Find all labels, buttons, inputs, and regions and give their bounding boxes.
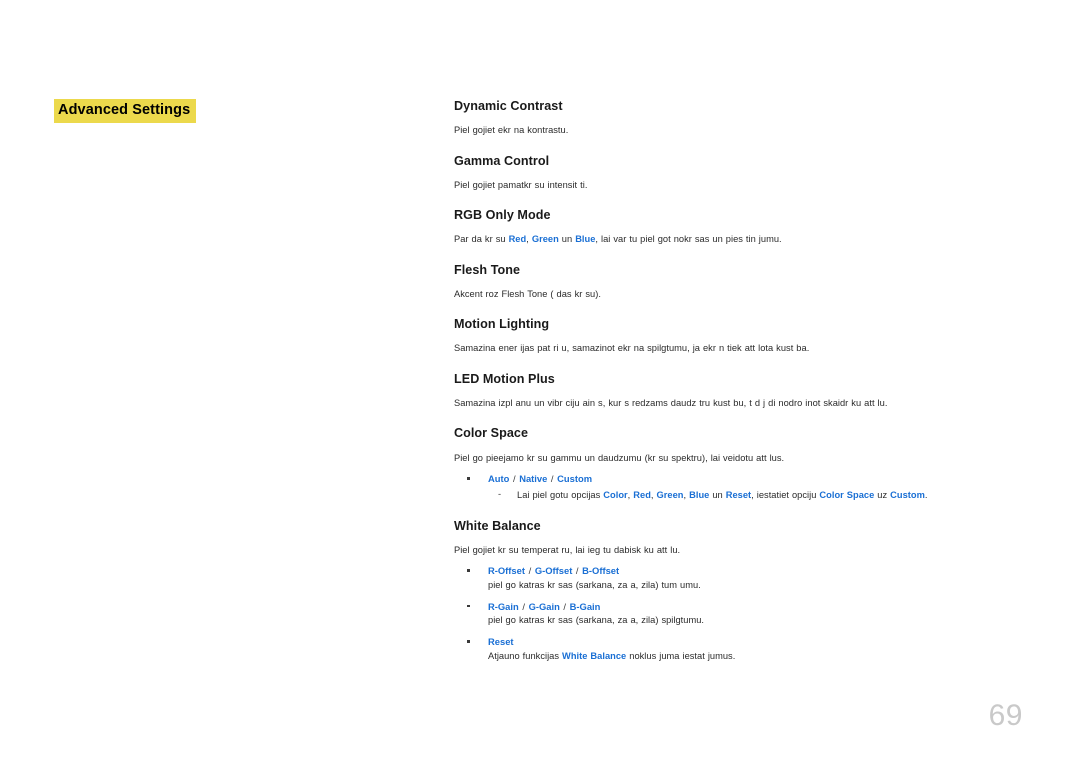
option-description: piel go katras kr sas (sarkana, za a, zi… [488, 579, 1014, 593]
ui-term: Green [531, 234, 559, 245]
setting-description: Piel go pieejamo kr su gammu un daudzumu… [454, 452, 785, 463]
setting-heading: Color Space [454, 426, 529, 441]
option-separator: / [519, 600, 528, 612]
text-run: Par da kr su [454, 234, 509, 245]
setting-description: Samazina izpl anu un vibr ciju ain s, ku… [454, 398, 888, 408]
option-separator: / [525, 565, 534, 577]
option-names: R-Gain / G-Gain / B-Gain [488, 600, 1014, 614]
setting-heading: RGB Only Mode [454, 208, 551, 223]
ui-term: R-Gain [488, 600, 519, 612]
option-separator: / [573, 565, 582, 577]
setting-section: RGB Only Mode Par da kr su Red, Green un … [454, 208, 1014, 247]
setting-description: Par da kr su Red, Green un Blue, lai var… [454, 233, 1014, 246]
chapter-title: Advanced Settings [54, 99, 197, 124]
setting-description: Samazina ener ijas pat ri u, samazinot e… [454, 343, 810, 354]
option-description: Atjauno funkcijas White Balance noklus j… [488, 650, 1014, 664]
option-description: piel go katras kr sas (sarkana, za a, zi… [488, 614, 1014, 628]
setting-heading: Dynamic Contrast [454, 99, 563, 113]
text-run: piel go katras kr sas (sarkana, za a, zi… [488, 615, 705, 626]
setting-description: Piel gojiet kr su temperat ru, lai ieg t… [454, 544, 681, 555]
setting-section: LED Motion Plus Samazina izpl anu un vibr… [454, 372, 1014, 411]
ui-term: Auto [488, 473, 510, 485]
text-run: , lai var tu piel got nokr sas un pies t… [595, 234, 782, 245]
ui-term: Custom [557, 473, 593, 485]
ui-term: Blue [689, 489, 710, 500]
option-list-item: Reset Atjauno funkcijas White Balance nok… [454, 635, 1014, 664]
settings-list: Dynamic Contrast Piel gojiet ekr na kontr… [454, 99, 1014, 664]
option-separator: / [560, 600, 569, 612]
setting-section: Motion Lighting Samazina ener ijas pat ri… [454, 317, 1014, 356]
option-list: R-Offset / G-Offset / B-Offset piel go ka… [454, 564, 1014, 664]
setting-section: White Balance Piel gojiet kr su temperat … [454, 519, 1014, 664]
text-run: Lai piel gotu opcijas [517, 489, 604, 500]
ui-term: B-Offset [582, 565, 620, 577]
option-list-item: R-Offset / G-Offset / B-Offset piel go ka… [454, 564, 1014, 593]
text-run: . [924, 489, 928, 500]
setting-heading: Flesh Tone [454, 262, 521, 277]
option-separator: / [548, 473, 557, 485]
ui-term: Native [519, 473, 548, 485]
ui-term: R-Offset [488, 565, 525, 577]
ui-term: White Balance [562, 650, 627, 661]
ui-term: G-Gain [528, 600, 560, 612]
option-names: Reset [488, 635, 1014, 649]
text-run: piel go katras kr sas (sarkana, za a, zi… [488, 579, 701, 590]
setting-description: Piel gojiet ekr na kontrastu. [454, 125, 569, 136]
ui-term: Color Space [819, 489, 875, 500]
page-number: 69 [988, 699, 1023, 732]
option-list-item: R-Gain / G-Gain / B-Gain piel go katras k… [454, 600, 1014, 629]
setting-heading: Gamma Control [454, 153, 550, 168]
ui-term: G-Offset [534, 565, 573, 577]
setting-description: Piel gojiet pamatkr su intensit ti. [454, 179, 588, 190]
option-separator: / [510, 473, 519, 485]
setting-heading: White Balance [454, 518, 541, 533]
setting-section: Flesh Tone Akcent roz Flesh Tone ( das kr… [454, 263, 1014, 302]
ui-term: Blue [575, 234, 596, 245]
ui-term: Reset [725, 489, 752, 500]
ui-term: Green [656, 489, 684, 500]
chapter-title-container: Advanced Settings [54, 99, 414, 124]
sub-note-item: Lai piel gotu opcijas Color, Red, Green,… [488, 488, 1014, 503]
setting-heading: Motion Lighting [454, 317, 550, 332]
text-run: noklus juma iestat jumus. [626, 650, 736, 661]
ui-term: Red [633, 489, 651, 500]
option-names: R-Offset / G-Offset / B-Offset [488, 564, 1014, 578]
setting-section: Gamma Control Piel gojiet pamatkr su inte… [454, 154, 1014, 193]
sub-note-list: Lai piel gotu opcijas Color, Red, Green,… [488, 488, 1014, 503]
setting-description: Akcent roz Flesh Tone ( das kr su). [454, 288, 601, 299]
setting-section: Color Space Piel go pieejamo kr su gammu … [454, 426, 1014, 502]
text-run: , iestatiet opciju [751, 489, 820, 500]
text-run: un [558, 234, 576, 245]
setting-heading: LED Motion Plus [454, 371, 555, 386]
setting-section: Dynamic Contrast Piel gojiet ekr na kontr… [454, 99, 1014, 138]
text-run: Atjauno funkcijas [488, 650, 563, 661]
text-run: uz [874, 489, 891, 500]
option-list: Auto / Native / CustomLai piel gotu opci… [454, 472, 1014, 503]
ui-term: Custom [890, 489, 925, 500]
text-run: un [709, 489, 726, 500]
ui-term: B-Gain [569, 600, 601, 612]
option-list-item: Auto / Native / CustomLai piel gotu opci… [454, 472, 1014, 503]
manual-page: Advanced Settings Dynamic Contrast Piel g… [0, 0, 1080, 763]
ui-term: Color [603, 489, 628, 500]
ui-term: Red [508, 234, 527, 245]
ui-term: Reset [488, 636, 514, 648]
option-names: Auto / Native / Custom [488, 472, 1014, 486]
